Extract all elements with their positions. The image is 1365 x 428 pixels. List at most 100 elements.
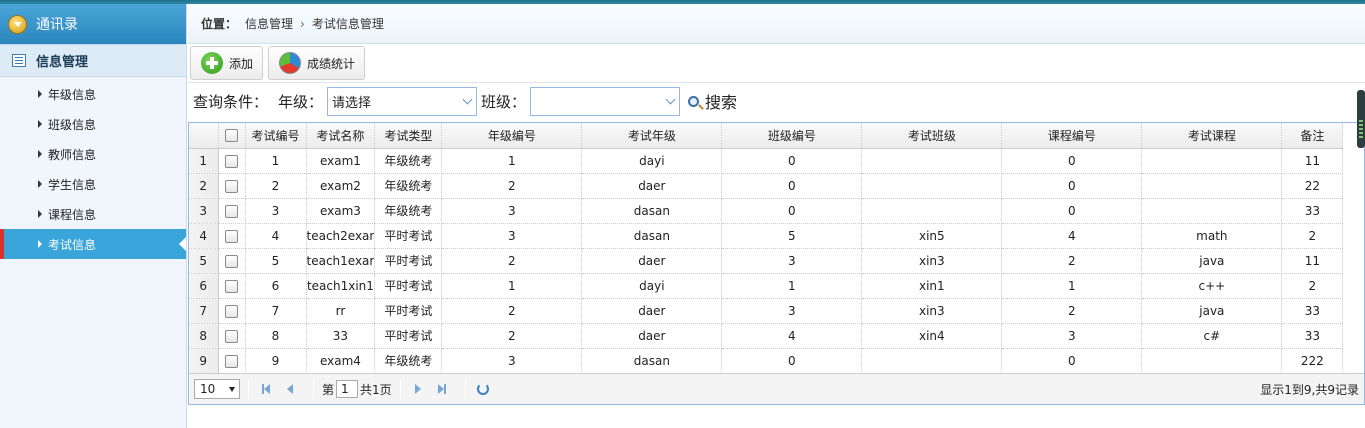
table-cell: dasan (581, 348, 723, 374)
chevron-down-icon[interactable] (661, 88, 679, 115)
table-cell: xin3 (861, 248, 1003, 274)
dropdown-arrow-icon (229, 386, 235, 392)
row-checkbox[interactable] (225, 179, 238, 193)
sidebar-item-student-info[interactable]: 学生信息 (0, 169, 186, 199)
row-checkbox[interactable] (225, 354, 238, 368)
next-page-icon (414, 384, 421, 394)
row-checkbox-cell[interactable] (218, 348, 246, 374)
first-page-button[interactable] (257, 380, 275, 398)
page-size-select[interactable]: 10 (194, 379, 240, 399)
collapse-arrow-icon[interactable] (8, 14, 27, 34)
column-header[interactable]: 考试班级 (861, 123, 1003, 149)
row-checkbox[interactable] (225, 279, 238, 293)
row-number: 9 (189, 348, 219, 374)
search-button[interactable]: 搜索 (688, 89, 737, 113)
pager-divider (313, 379, 314, 399)
column-header[interactable]: 年级编号 (441, 123, 583, 149)
column-header[interactable]: 考试名称 (306, 123, 376, 149)
table-cell: rr (306, 298, 376, 324)
column-header[interactable]: 考试课程 (1141, 123, 1283, 149)
refresh-button[interactable] (474, 380, 492, 398)
page-size-value: 10 (200, 382, 216, 396)
table-cell: 33 (1281, 198, 1344, 224)
row-checkbox[interactable] (225, 229, 238, 243)
select-all-checkbox[interactable] (225, 129, 238, 143)
sidebar-header[interactable]: 通讯录 (0, 4, 186, 44)
table-cell: 2 (441, 323, 583, 349)
row-number-header (189, 123, 219, 149)
sidebar-group-info-management[interactable]: 信息管理 (0, 44, 186, 77)
row-checkbox-cell[interactable] (218, 223, 246, 249)
table-row[interactable]: 8 8 33 平时考试 2 daer 4 xin4 3 c# 33 (189, 323, 1344, 349)
row-checkbox[interactable] (225, 304, 238, 318)
row-checkbox-cell[interactable] (218, 173, 246, 199)
grade-select[interactable]: 请选择 (327, 86, 478, 116)
column-header[interactable]: 备注 (1281, 123, 1344, 149)
table-cell: xin5 (861, 223, 1003, 249)
table-cell: 3 (1001, 323, 1143, 349)
prev-page-button[interactable] (281, 380, 299, 398)
sidebar-item-class-info[interactable]: 班级信息 (0, 109, 186, 139)
column-header[interactable]: 考试编号 (245, 123, 307, 149)
row-number: 7 (189, 298, 219, 324)
next-page-button[interactable] (409, 380, 427, 398)
row-checkbox-cell[interactable] (218, 273, 246, 299)
sidebar-item-grade-info[interactable]: 年级信息 (0, 79, 186, 109)
chevron-down-icon[interactable] (458, 88, 476, 115)
sidebar-item-label: 课程信息 (48, 207, 97, 222)
table-cell: java (1141, 298, 1283, 324)
query-bar: 查询条件： 年级： 请选择 班级： 搜索 (188, 83, 1365, 119)
table-cell: 3 (721, 298, 863, 324)
scrollbar-thumb[interactable] (1357, 90, 1365, 148)
table-cell: 5 (721, 223, 863, 249)
column-header[interactable]: 班级编号 (721, 123, 863, 149)
table-cell: 4 (721, 323, 863, 349)
sidebar-item-teacher-info[interactable]: 教师信息 (0, 139, 186, 169)
table-cell: 9 (245, 348, 307, 374)
table-row[interactable]: 6 6 teach1xin1 平时考试 1 dayi 1 xin1 1 c++ 2 (189, 273, 1344, 299)
column-header[interactable]: 课程编号 (1001, 123, 1143, 149)
table-cell: 4 (245, 223, 307, 249)
row-checkbox[interactable] (225, 329, 238, 343)
page-number-input[interactable]: 1 (336, 380, 359, 398)
score-stats-button[interactable]: 成绩统计 (268, 46, 366, 80)
add-button[interactable]: 添加 (190, 46, 264, 80)
select-all-header[interactable] (218, 123, 246, 149)
table-row[interactable]: 3 3 exam3 年级统考 3 dasan 0 0 33 (189, 198, 1344, 224)
row-checkbox-cell[interactable] (218, 148, 246, 174)
table-cell (1141, 173, 1283, 199)
row-checkbox-cell[interactable] (218, 198, 246, 224)
row-checkbox[interactable] (225, 154, 238, 168)
row-checkbox[interactable] (225, 204, 238, 218)
row-checkbox-cell[interactable] (218, 248, 246, 274)
table-cell: 33 (1281, 323, 1344, 349)
table-cell: 2 (441, 248, 583, 274)
table-row[interactable]: 1 1 exam1 年级统考 1 dayi 0 0 11 (189, 148, 1344, 174)
breadcrumb-item-info-management[interactable]: 信息管理 (245, 15, 293, 32)
table-row[interactable]: 4 4 teach2exar 平时考试 3 dasan 5 xin5 4 math 2 (189, 223, 1344, 249)
sidebar-items: 年级信息 班级信息 教师信息 学生信息 课程信息 考试信息 (0, 77, 186, 259)
table-cell: xin4 (861, 323, 1003, 349)
column-header[interactable]: 考试年级 (581, 123, 723, 149)
column-header[interactable]: 考试类型 (374, 123, 443, 149)
table-row[interactable]: 7 7 rr 平时考试 2 daer 3 xin3 2 java 33 (189, 298, 1344, 324)
table-cell: 6 (245, 273, 307, 299)
sidebar-item-exam-info[interactable]: 考试信息 (0, 229, 186, 259)
row-checkbox[interactable] (225, 254, 238, 268)
table-cell: 平时考试 (374, 248, 443, 274)
table-row[interactable]: 2 2 exam2 年级统考 2 daer 0 0 22 (189, 173, 1344, 199)
class-select[interactable] (530, 86, 681, 116)
table-cell: 2 (1281, 223, 1344, 249)
table-cell: exam4 (306, 348, 376, 374)
row-number: 4 (189, 223, 219, 249)
last-page-button[interactable] (433, 380, 451, 398)
table-row[interactable]: 9 9 exam4 年级统考 3 dasan 0 0 222 (189, 348, 1344, 374)
table-cell: 1 (721, 273, 863, 299)
table-cell (861, 148, 1003, 174)
table-cell: 年级统考 (374, 348, 443, 374)
table-row[interactable]: 5 5 teach1exar 平时考试 2 daer 3 xin3 2 java 11 (189, 248, 1344, 274)
sidebar-item-course-info[interactable]: 课程信息 (0, 199, 186, 229)
row-checkbox-cell[interactable] (218, 298, 246, 324)
table-cell: 0 (721, 198, 863, 224)
row-checkbox-cell[interactable] (218, 323, 246, 349)
